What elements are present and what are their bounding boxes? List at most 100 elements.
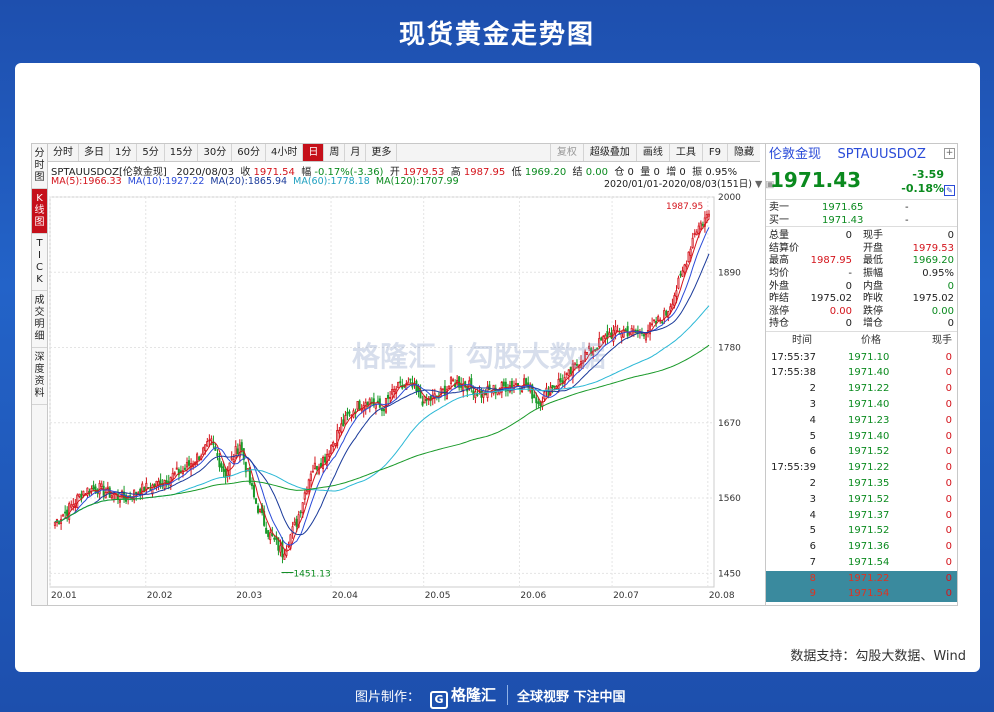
tick-row[interactable]: 5 1971.52 0 [766,523,957,539]
tab-period[interactable]: 4小时 [266,144,304,161]
side-tab-char: 资 [34,376,45,387]
tick-row[interactable]: 3 1971.40 0 [766,397,957,413]
tick-row[interactable]: 2 1971.35 0 [766,476,957,492]
tick-row[interactable]: 17:55:39 1971.22 0 [766,460,957,476]
candle-body [62,514,65,517]
tick-time: 4 [809,414,816,426]
candle-body [679,273,682,276]
candle-body [64,511,67,514]
tick-vol: 0 [945,541,952,553]
tool-button[interactable]: 工具 [668,144,702,161]
side-tab-char: 料 [34,388,45,399]
tick-row[interactable]: 17:55:37 1971.10 0 [766,350,957,366]
tab-period[interactable]: 5分 [137,144,165,161]
tick-row[interactable]: 4 1971.23 0 [766,413,957,429]
candle-body [112,494,115,500]
tab-period[interactable]: 月 [345,144,367,161]
tick-row[interactable]: 3 1971.52 0 [766,492,957,508]
tick-price: 1971.40 [848,430,890,442]
tool-button[interactable]: 复权 [549,144,583,161]
candle-body [287,545,290,547]
ticks-header-price: 价格 [861,334,881,346]
candle-body [338,429,341,434]
quote-panel: 伦敦金现 SPTAUUSDOZ + 1971.43 -3.59 -0.18% ✎… [765,144,957,605]
candle-body [382,408,385,412]
candle-body [681,270,684,277]
ma5-label: MA(5):1966.33 [51,176,122,187]
tool-button[interactable]: 超级叠加 [582,144,636,161]
side-tab[interactable]: TICK [32,234,47,291]
bid-price: 1971.43 [822,214,864,226]
tick-price: 1971.52 [848,493,890,505]
tick-row[interactable]: 6 1971.36 0 [766,539,957,555]
edit-icon[interactable]: ✎ [944,185,955,196]
side-tab[interactable]: K线图 [32,189,47,234]
y-tick-label: 1670 [718,419,741,429]
side-tab[interactable]: 成交明细 [32,291,47,348]
kline-chart[interactable]: 2000 1890 1780 1670 1560 1450 20.01 20.02 20.03 2… [48,189,760,605]
tick-row[interactable]: 9 1971.54 0 [766,586,957,603]
stat-value: 0.00 [829,305,852,317]
candle-body [447,385,450,389]
candle-body [449,377,452,384]
tab-period[interactable]: 分时 [48,144,79,161]
stat-label: 结算价 [769,242,799,254]
candle-body [533,394,536,398]
candle-body [259,508,262,513]
tick-row[interactable]: 8 1971.22 0 [766,570,957,587]
tick-row[interactable]: 7 1971.54 0 [766,555,957,571]
stat-label: 现手 [863,230,883,242]
watermark: 格隆汇 | 勾股大数据 [352,340,606,373]
candle-body [265,527,268,534]
stats-row: 结算价 开盘 1979.53 [766,242,957,256]
tick-time: 3 [809,398,816,410]
candle-body [283,553,286,560]
x-tick-label: 20.02 [147,591,173,601]
last-price: 1971.43 [770,168,862,192]
stat-label: 增仓 [863,318,883,330]
tab-period[interactable]: 周 [324,144,346,161]
tool-button[interactable]: F9 [701,144,727,161]
tab-period[interactable]: 15分 [165,144,199,161]
side-tab-char: 图 [34,217,45,228]
tab-period[interactable]: 60分 [232,144,266,161]
candle-body [683,264,686,273]
side-tab[interactable]: 分时图 [32,144,47,189]
tab-period[interactable]: 多日 [79,144,110,161]
tick-row[interactable]: 6 1971.52 0 [766,444,957,460]
stat-label: 总量 [769,230,789,242]
tab-period[interactable]: 日 [303,144,325,161]
side-tab-char: 图 [34,172,45,183]
tick-row[interactable]: 17:55:38 1971.40 0 [766,365,957,381]
side-tab-char: C [36,262,43,273]
stat-label: 均价 [769,267,789,279]
candle-body [389,396,392,399]
tab-period[interactable]: 30分 [198,144,233,161]
date-range[interactable]: 2020/01/01-2020/08/03(151日) ▼ ▣ [604,176,774,190]
tool-button[interactable]: 画线 [635,144,669,161]
candle-body [187,460,190,466]
made-by-label: 图片制作： [355,690,421,705]
tab-period[interactable]: 更多 [366,144,398,161]
max-price-label: 1987.95 [666,202,703,212]
candle-body [240,442,243,451]
tick-price: 1971.40 [848,367,890,379]
side-tab[interactable]: 深度资料 [32,348,47,405]
stat-label: 昨收 [863,293,883,305]
candle-body [559,378,562,382]
candle-body [628,332,631,335]
stat-label: 开盘 [863,242,883,254]
tick-row[interactable]: 4 1971.37 0 [766,508,957,524]
ticks-list[interactable]: 17:55:37 1971.10 0 17:55:38 1971.40 0 2 1971.22… [766,350,957,603]
settle-label: 结 [572,167,583,178]
candle-body [386,394,390,399]
candle-body [53,521,56,526]
candle-body [92,484,95,490]
tick-row[interactable]: 2 1971.22 0 [766,381,957,397]
plus-icon[interactable]: + [944,148,955,159]
candle-body [324,456,327,463]
tick-time: 7 [809,556,816,568]
tick-row[interactable]: 5 1971.40 0 [766,429,957,445]
tab-period[interactable]: 1分 [110,144,138,161]
tool-button[interactable]: 隐藏 [727,144,760,161]
